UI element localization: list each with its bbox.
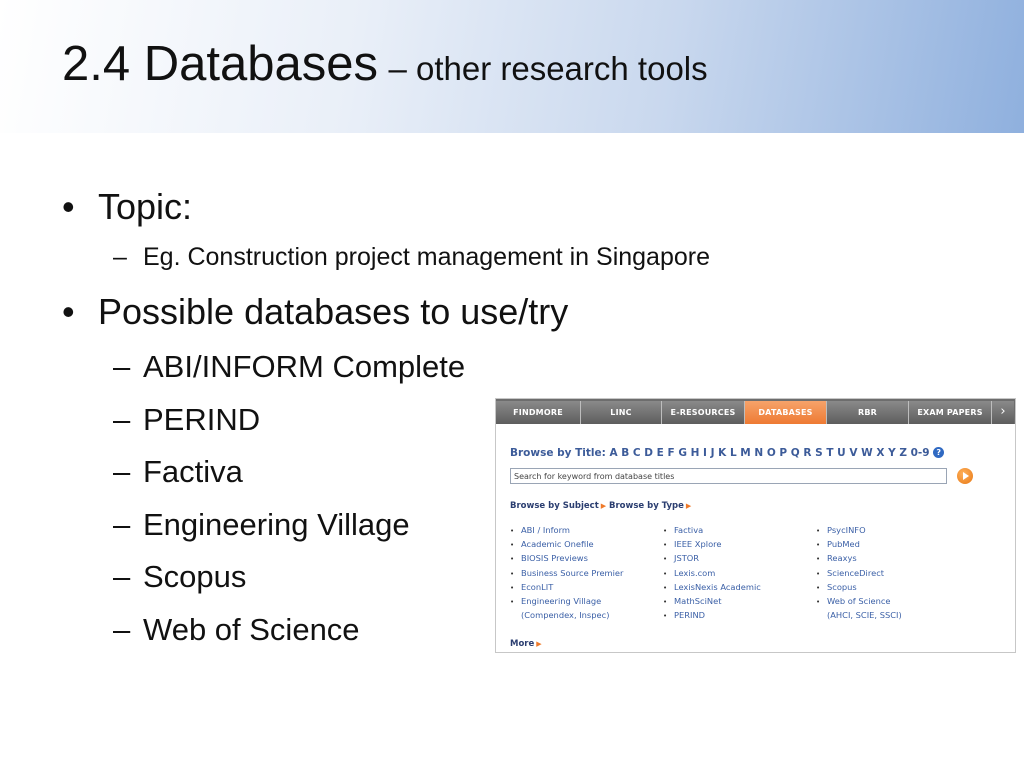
sub-bullet-engineering-village: – Engineering Village	[113, 507, 410, 542]
database-link[interactable]: • Lexis.com	[663, 566, 813, 580]
database-link[interactable]: • PsycINFO	[816, 523, 966, 537]
tab-databases[interactable]: DATABASES	[745, 401, 827, 424]
browse-by-title: Browse by Title: A B C D E F G H I J K L…	[510, 447, 945, 459]
database-link[interactable]: • EconLIT	[510, 580, 660, 594]
database-link[interactable]: • JSTOR	[663, 551, 813, 565]
title-main: 2.4 Databases	[62, 37, 378, 91]
help-icon[interactable]: ?	[933, 447, 945, 458]
database-link[interactable]: • MathSciNet	[663, 594, 813, 608]
database-link-note[interactable]: (Compendex, Inspec)	[510, 608, 660, 622]
title-subtitle: – other research tools	[388, 50, 708, 87]
slide-header: 2.4 Databases – other research tools	[0, 0, 1024, 133]
sub-bullet-abi: – ABI/INFORM Complete	[113, 349, 466, 384]
bullet-dot: •	[62, 291, 75, 332]
database-link[interactable]: • ScienceDirect	[816, 566, 966, 580]
database-link[interactable]: • PubMed	[816, 537, 966, 551]
database-link[interactable]: • Academic Onefile	[510, 537, 660, 551]
tab-e-resources[interactable]: E-RESOURCES	[662, 401, 745, 424]
more-link[interactable]: More ▶	[510, 639, 542, 649]
sub-bullet-example: – Eg. Construction project management in …	[113, 243, 710, 271]
sub-bullet-web-of-science: – Web of Science	[113, 612, 360, 647]
database-link[interactable]: • Factiva	[663, 523, 813, 537]
library-website-screenshot: FINDMORE LINC E-RESOURCES DATABASES RBR …	[495, 398, 1016, 653]
database-column-1: • ABI / Inform • Academic Onefile • BIOSIS …	[510, 523, 660, 622]
database-link[interactable]: • IEEE Xplore	[663, 537, 813, 551]
tab-rbr[interactable]: RBR	[827, 401, 909, 424]
database-link[interactable]: • Reaxys	[816, 551, 966, 565]
sub-bullet-scopus: – Scopus	[113, 559, 247, 594]
browse-by-subject-link[interactable]: Browse by Subject ▶	[510, 501, 606, 511]
sub-bullet-perind: – PERIND	[113, 402, 261, 437]
chevron-right-icon[interactable]: ›	[992, 401, 1014, 424]
search-input[interactable]: Search for keyword from database titles	[510, 468, 947, 484]
tab-bar: FINDMORE LINC E-RESOURCES DATABASES RBR …	[496, 399, 1015, 424]
database-link-note[interactable]: (AHCI, SCIE, SSCI)	[816, 608, 966, 622]
database-link[interactable]: • LexisNexis Academic	[663, 580, 813, 594]
database-link[interactable]: • ABI / Inform	[510, 523, 660, 537]
slide-title: 2.4 Databases – other research tools	[62, 36, 708, 92]
database-link[interactable]: • Web of Science	[816, 594, 966, 608]
bullet-dot: •	[62, 186, 75, 227]
database-link[interactable]: • Business Source Premier	[510, 566, 660, 580]
tab-linc[interactable]: LINC	[581, 401, 662, 424]
database-column-3: • PsycINFO • PubMed • Reaxys • ScienceDirect…	[816, 523, 966, 622]
tab-findmore[interactable]: FINDMORE	[496, 401, 581, 424]
sub-bullet-factiva: – Factiva	[113, 454, 243, 489]
bullet-topic: • Topic:	[62, 186, 193, 227]
database-link[interactable]: • BIOSIS Previews	[510, 551, 660, 565]
database-link[interactable]: • Scopus	[816, 580, 966, 594]
tab-exam-papers[interactable]: EXAM PAPERS	[909, 401, 992, 424]
database-column-2: • Factiva • IEEE Xplore • JSTOR • Lexis.com …	[663, 523, 813, 622]
database-link[interactable]: • PERIND	[663, 608, 813, 622]
bullet-databases: • Possible databases to use/try	[62, 291, 569, 332]
browse-by-type-link[interactable]: Browse by Type ▶	[609, 501, 691, 511]
search-go-icon[interactable]	[957, 468, 973, 484]
database-link[interactable]: • Engineering Village	[510, 594, 660, 608]
